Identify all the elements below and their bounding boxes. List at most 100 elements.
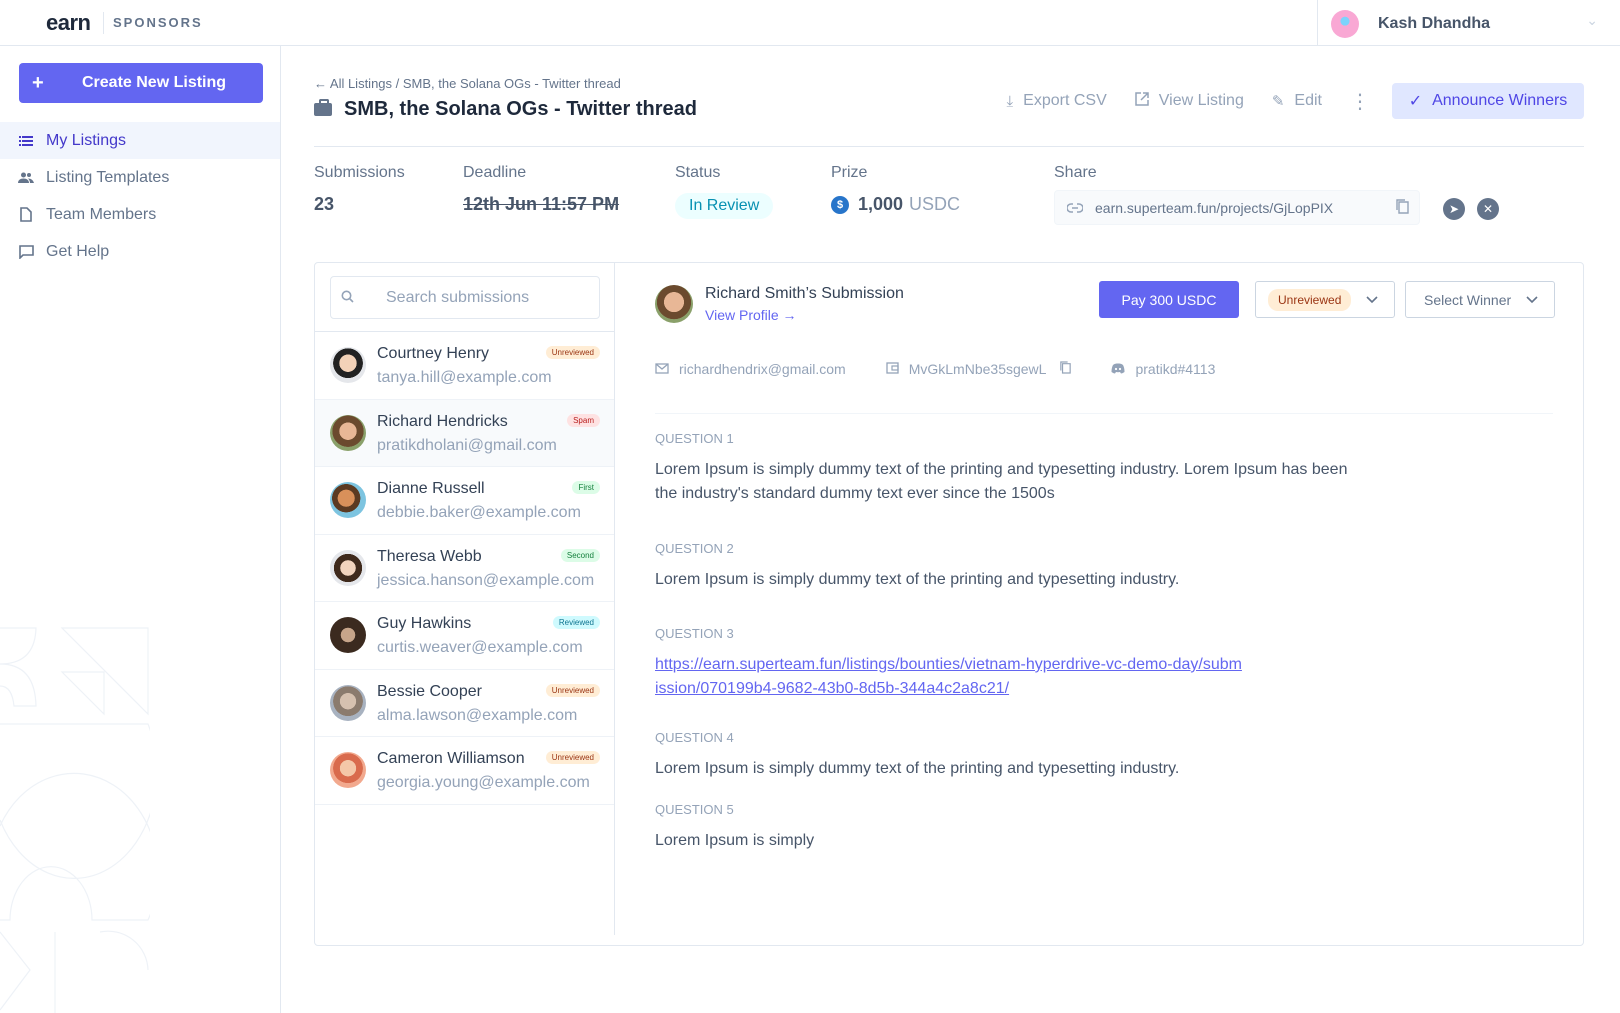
question-label: Question 1	[655, 431, 734, 446]
sidebar-nav: My Listings Listing Templates Team Membe…	[0, 122, 280, 270]
share-url: earn.superteam.fun/projects/GjLopPIX	[1095, 199, 1334, 216]
submission-row[interactable]: Cameron Williamson georgia.young@example.…	[315, 737, 614, 805]
plus-icon: +	[32, 71, 44, 94]
stat-share: Share earn.superteam.fun/projects/GjLopP…	[1054, 164, 1420, 225]
chevron-down-icon[interactable]: ⌄	[1586, 12, 1598, 29]
create-listing-label: Create New Listing	[82, 74, 227, 91]
top-bar: earn SPONSORS Kash Dhandha ⌄	[0, 0, 1620, 46]
telegram-icon[interactable]: ➤	[1443, 198, 1465, 220]
status-pill: Unreviewed	[1268, 288, 1352, 311]
download-icon: ⤓	[1006, 92, 1014, 110]
copy-icon[interactable]	[1060, 361, 1072, 377]
submission-status-badge: Unreviewed	[545, 346, 600, 359]
announce-winners-button[interactable]: ✓ Announce Winners	[1392, 83, 1584, 119]
submitter-email: pratikdholani@gmail.com	[377, 436, 557, 454]
breadcrumb[interactable]: ← All Listings / SMB, the Solana OGs - T…	[314, 76, 621, 91]
stat-label: Deadline	[463, 164, 527, 181]
sidebar-item-my-listings[interactable]: My Listings	[0, 122, 280, 159]
submission-link[interactable]: https://earn.superteam.fun/listings/boun…	[655, 653, 1245, 701]
submissions-list: Courtney Henry tanya.hill@example.com Unre…	[315, 263, 615, 935]
avatar	[330, 617, 366, 653]
link-icon	[1066, 200, 1084, 216]
select-winner-dropdown[interactable]: Select Winner	[1405, 281, 1555, 318]
wallet-address: MvGkLmNbe35sgewL	[908, 361, 1047, 377]
submission-row[interactable]: Dianne Russell debbie.baker@example.com Fi…	[315, 467, 614, 535]
status-badge: In Review	[675, 193, 774, 219]
page-title: SMB, the Solana OGs - Twitter thread	[314, 98, 697, 121]
user-menu[interactable]: Kash Dhandha ⌄	[1317, 0, 1620, 46]
avatar	[330, 414, 366, 451]
copy-icon[interactable]	[1396, 198, 1409, 217]
submitter-name: Cameron Williamson	[377, 750, 525, 767]
search-field[interactable]	[330, 276, 600, 319]
stat-label: Status	[675, 164, 721, 181]
user-name: Kash Dhandha	[1378, 15, 1491, 32]
more-options-icon[interactable]: ⋮	[1350, 89, 1370, 114]
submitter-email: jessica.hanson@example.com	[377, 571, 595, 589]
submissions-count: 23	[314, 194, 335, 214]
earn-logo[interactable]: earn	[46, 10, 91, 36]
submitter-meta: richardhendrix@gmail.com MvGkLmNbe35sgew…	[655, 361, 1255, 377]
sponsors-label: SPONSORS	[113, 15, 203, 30]
avatar	[330, 482, 366, 518]
submitter-name: Theresa Webb	[377, 547, 482, 565]
x-twitter-icon[interactable]: ✕	[1477, 198, 1499, 220]
submitter-name: Bessie Cooper	[377, 682, 482, 700]
stat-status: Status In Review	[675, 164, 774, 219]
question-label: Question 3	[655, 626, 734, 641]
submission-row[interactable]: Bessie Cooper alma.lawson@example.com Unre…	[315, 670, 614, 737]
divider	[655, 413, 1553, 414]
stat-prize: Prize $ 1,000 USDC	[831, 164, 960, 215]
decorative-pattern	[0, 627, 150, 1013]
submission-title: Richard Smith’s Submission	[705, 285, 904, 302]
submission-row[interactable]: Courtney Henry tanya.hill@example.com Unre…	[315, 332, 614, 400]
question-answer: Lorem Ipsum is simply dummy text of the …	[655, 571, 1180, 588]
search-icon	[341, 290, 354, 306]
submission-status-badge: Unreviewed	[545, 751, 600, 764]
chat-icon	[18, 244, 34, 259]
submitter-email: curtis.weaver@example.com	[377, 639, 583, 656]
create-new-listing-button[interactable]: + Create New Listing	[19, 63, 263, 103]
view-profile-link[interactable]: View Profile →	[705, 307, 797, 323]
submission-row[interactable]: Richard Hendricks pratikdholani@gmail.com…	[315, 399, 614, 467]
avatar	[330, 684, 366, 721]
view-listing-button[interactable]: View Listing	[1135, 92, 1244, 110]
edit-button[interactable]: ✎ Edit	[1272, 92, 1322, 110]
pay-button[interactable]: Pay 300 USDC	[1099, 281, 1239, 318]
list-icon	[18, 135, 34, 146]
export-csv-label: Export CSV	[1023, 92, 1107, 109]
deadline-value: 12th Jun 11:57 PM	[463, 194, 620, 214]
export-csv-button[interactable]: ⤓ Export CSV	[1007, 92, 1107, 110]
question-answer: Lorem Ipsum is simply	[655, 832, 815, 849]
email-item: richardhendrix@gmail.com	[655, 361, 846, 377]
submitter-email: alma.lawson@example.com	[377, 706, 578, 724]
submitter-name: Dianne Russell	[377, 480, 485, 497]
sidebar-item-listing-templates[interactable]: Listing Templates	[0, 159, 280, 196]
submitter-email: tanya.hill@example.com	[377, 369, 552, 386]
avatar	[330, 752, 366, 788]
submitter-name: Courtney Henry	[377, 345, 490, 362]
submission-rows: Courtney Henry tanya.hill@example.com Unre…	[315, 331, 614, 805]
submission-row[interactable]: Theresa Webb jessica.hanson@example.com Se…	[315, 535, 614, 602]
stat-submissions: Submissions 23	[314, 164, 405, 215]
sidebar: + Create New Listing My Listings Listing…	[0, 46, 281, 1013]
avatar	[330, 347, 366, 383]
file-icon	[18, 207, 34, 222]
sidebar-item-get-help[interactable]: Get Help	[0, 233, 280, 270]
question-label: Question 4	[655, 730, 734, 745]
submitter-name: Richard Hendricks	[377, 412, 508, 430]
share-link-field[interactable]: earn.superteam.fun/projects/GjLopPIX	[1054, 190, 1420, 225]
listing-title: SMB, the Solana OGs - Twitter thread	[344, 98, 698, 120]
wallet-item: MvGkLmNbe35sgewL	[886, 361, 1072, 377]
search-input[interactable]	[386, 288, 566, 307]
sidebar-item-team-members[interactable]: Team Members	[0, 196, 280, 233]
status-select[interactable]: Unreviewed	[1255, 281, 1395, 318]
stat-label: Prize	[831, 164, 868, 181]
question-label: Question 2	[655, 541, 734, 556]
mail-icon	[655, 362, 669, 377]
select-winner-label: Select Winner	[1424, 291, 1512, 308]
question-answer: Lorem Ipsum is simply dummy text of the …	[655, 461, 1348, 502]
submission-row[interactable]: Guy Hawkins curtis.weaver@example.com Revi…	[315, 602, 614, 670]
question-4: Question 4 Lorem Ipsum is simply dummy t…	[655, 730, 1355, 781]
sidebar-item-label: Get Help	[46, 242, 110, 260]
